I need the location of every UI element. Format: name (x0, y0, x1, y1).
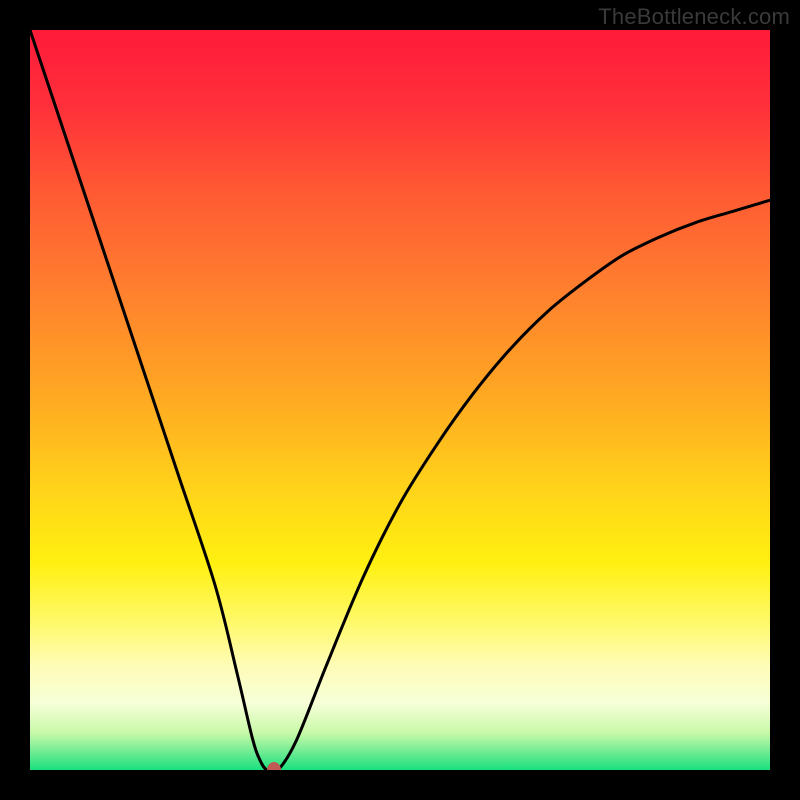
chart-container: TheBottleneck.com (0, 0, 800, 800)
watermark-text: TheBottleneck.com (598, 4, 790, 30)
plot-area (30, 30, 770, 770)
bottleneck-curve (30, 30, 770, 770)
curve-layer (30, 30, 770, 770)
